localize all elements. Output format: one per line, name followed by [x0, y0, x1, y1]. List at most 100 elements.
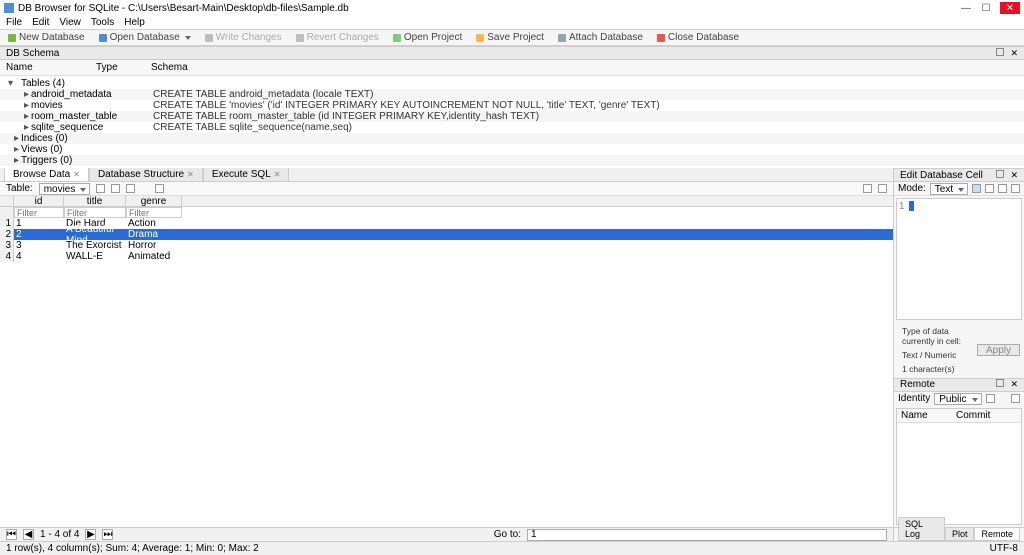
- window-title: DB Browser for SQLite - C:\Users\Besart-…: [18, 3, 349, 14]
- goto-input[interactable]: [527, 529, 887, 541]
- tree-tables-node[interactable]: ▾Tables (4): [0, 78, 1024, 89]
- minimize-button[interactable]: —: [960, 2, 972, 14]
- db-schema-header: DB Schema ✕: [0, 46, 1024, 60]
- tree-triggers-node[interactable]: ▸Triggers (0): [0, 155, 1024, 166]
- schema-col-schema[interactable]: Schema: [151, 62, 1018, 73]
- refresh-icon[interactable]: [96, 184, 105, 193]
- close-window-button[interactable]: ✕: [1000, 2, 1020, 14]
- tree-table-row[interactable]: ▸moviesCREATE TABLE 'movies' ('id' INTEG…: [0, 100, 1024, 111]
- cell-size-value: 1 character(s): [898, 362, 977, 376]
- menu-file[interactable]: File: [6, 17, 22, 28]
- attach-icon: [558, 34, 566, 42]
- tab-remote[interactable]: Remote: [974, 527, 1020, 541]
- tab-browse-data[interactable]: Browse Data✕: [4, 168, 89, 181]
- filter-genre[interactable]: [126, 207, 182, 218]
- attach-database-button[interactable]: Attach Database: [558, 32, 643, 43]
- delete-record-icon[interactable]: [878, 184, 887, 193]
- maximize-button[interactable]: ☐: [980, 2, 992, 14]
- col-genre[interactable]: genre: [126, 196, 182, 206]
- app-icon: [4, 3, 14, 13]
- table-row[interactable]: 4 4 WALL-E Animated: [0, 251, 893, 262]
- open-database-button[interactable]: Open Database: [99, 32, 191, 43]
- prev-page-button[interactable]: ◀: [23, 529, 34, 540]
- save-filter-icon[interactable]: [126, 184, 135, 193]
- chevron-down-icon: [185, 36, 191, 40]
- cell-type-label: Type of data currently in cell:: [898, 324, 977, 348]
- tree-views-node[interactable]: ▸Views (0): [0, 144, 1024, 155]
- import-icon[interactable]: [972, 184, 981, 193]
- save-project-button[interactable]: Save Project: [476, 32, 544, 43]
- write-changes-button[interactable]: Write Changes: [205, 32, 282, 43]
- table-select[interactable]: movies: [39, 183, 91, 195]
- refresh-remote-icon[interactable]: [1011, 394, 1020, 403]
- edit-cell-title: Edit Database Cell: [900, 170, 983, 181]
- schema-col-type[interactable]: Type: [96, 62, 151, 73]
- remote-col-name[interactable]: Name: [901, 410, 956, 421]
- dock-icon[interactable]: [996, 170, 1004, 178]
- close-database-button[interactable]: Close Database: [657, 32, 739, 43]
- db-schema-panel: Name Type Schema ▾Tables (4) ▸android_me…: [0, 60, 1024, 168]
- tree-table-row[interactable]: ▸android_metadataCREATE TABLE android_me…: [0, 89, 1024, 100]
- remote-title: Remote: [900, 379, 935, 390]
- new-database-button[interactable]: New Database: [8, 32, 85, 43]
- status-encoding: UTF-8: [990, 543, 1018, 554]
- revert-changes-button[interactable]: Revert Changes: [296, 32, 379, 43]
- filter-id[interactable]: [14, 207, 64, 218]
- push-icon[interactable]: [986, 394, 995, 403]
- apply-button[interactable]: Apply: [977, 344, 1020, 356]
- write-icon: [205, 34, 213, 42]
- dock-icon[interactable]: [996, 48, 1004, 56]
- close-panel-icon[interactable]: ✕: [1010, 379, 1018, 390]
- new-record-icon[interactable]: [863, 184, 872, 193]
- cell-editor[interactable]: 1: [896, 198, 1022, 320]
- tab-sql-log[interactable]: SQL Log: [898, 517, 945, 541]
- db-schema-title: DB Schema: [6, 48, 59, 59]
- print-icon[interactable]: [155, 184, 164, 193]
- close-panel-icon[interactable]: ✕: [1010, 48, 1018, 59]
- export-icon[interactable]: [985, 184, 994, 193]
- next-page-button[interactable]: ▶: [85, 529, 96, 540]
- table-row-selected[interactable]: 2 2 A Beautiful Mind Drama: [0, 229, 893, 240]
- remote-col-commit[interactable]: Commit: [956, 410, 990, 421]
- save-project-icon: [476, 34, 484, 42]
- tab-plot[interactable]: Plot: [945, 527, 975, 541]
- first-page-button[interactable]: ⏮: [6, 529, 17, 540]
- title-bar: DB Browser for SQLite - C:\Users\Besart-…: [0, 0, 1024, 16]
- dock-icon[interactable]: [996, 379, 1004, 387]
- tab-execute-sql[interactable]: Execute SQL✕: [203, 168, 290, 181]
- goto-label: Go to:: [494, 529, 521, 540]
- tree-indices-node[interactable]: ▸Indices (0): [0, 133, 1024, 144]
- remote-list: Name Commit: [896, 408, 1022, 526]
- edit-cell-header: Edit Database Cell ✕: [894, 168, 1024, 182]
- close-panel-icon[interactable]: ✕: [1010, 170, 1018, 181]
- tab-close-icon[interactable]: ✕: [274, 170, 281, 179]
- tab-close-icon[interactable]: ✕: [73, 170, 80, 179]
- remote-header: Remote ✕: [894, 378, 1024, 392]
- open-project-button[interactable]: Open Project: [393, 32, 462, 43]
- identity-select[interactable]: Public: [934, 393, 981, 405]
- menu-edit[interactable]: Edit: [32, 17, 49, 28]
- table-label: Table:: [6, 183, 33, 194]
- clear-filter-icon[interactable]: [111, 184, 120, 193]
- tab-close-icon[interactable]: ✕: [187, 170, 194, 179]
- col-id[interactable]: id: [14, 196, 64, 206]
- text-caret: [909, 201, 914, 211]
- null-icon[interactable]: [998, 184, 1007, 193]
- tree-table-row[interactable]: ▸sqlite_sequenceCREATE TABLE sqlite_sequ…: [0, 122, 1024, 133]
- menu-tools[interactable]: Tools: [91, 17, 114, 28]
- cell-type-value: Text / Numeric: [898, 348, 977, 362]
- page-info: 1 - 4 of 4: [40, 529, 79, 540]
- filter-title[interactable]: [64, 207, 126, 218]
- col-title[interactable]: title: [64, 196, 126, 206]
- options-icon[interactable]: [1011, 184, 1020, 193]
- table-row[interactable]: 1 1 Die Hard Action: [0, 218, 893, 229]
- tab-database-structure[interactable]: Database Structure✕: [89, 168, 203, 181]
- last-page-button[interactable]: ⏭: [102, 529, 113, 540]
- schema-col-name[interactable]: Name: [6, 62, 96, 73]
- mode-select[interactable]: Text: [930, 183, 968, 195]
- tree-table-row[interactable]: ▸room_master_tableCREATE TABLE room_mast…: [0, 111, 1024, 122]
- menu-view[interactable]: View: [59, 17, 81, 28]
- menu-help[interactable]: Help: [124, 17, 145, 28]
- table-row[interactable]: 3 3 The Exorcist Horror: [0, 240, 893, 251]
- menu-bar: File Edit View Tools Help: [0, 16, 1024, 30]
